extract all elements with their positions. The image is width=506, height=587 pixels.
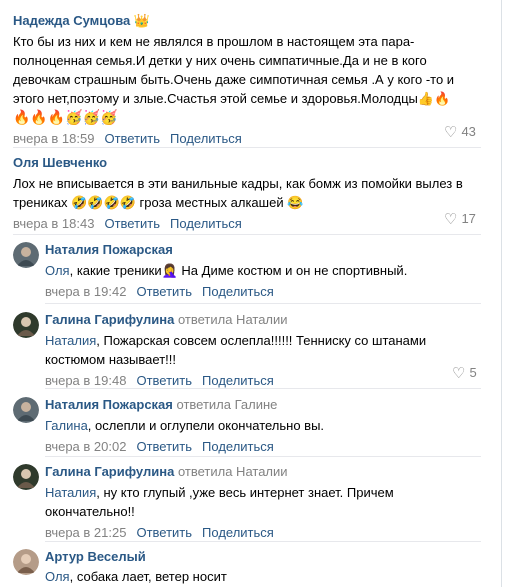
heart-icon: ♡ — [444, 124, 458, 141]
comment-2: Оля Шевченко Лох не вписывается в эти ва… — [13, 155, 483, 232]
share-button[interactable]: Поделиться — [202, 373, 274, 388]
reply-button[interactable]: Ответить — [136, 525, 192, 540]
comment-meta: вчера в 19:48 Ответить Поделиться — [45, 373, 485, 389]
share-button[interactable]: Поделиться — [202, 525, 274, 540]
heart-icon: ♡ — [452, 365, 466, 382]
timestamp[interactable]: вчера в 21:25 — [45, 525, 126, 540]
divider — [13, 234, 481, 235]
avatar[interactable] — [13, 312, 39, 338]
author-name[interactable]: Галина Гарифулина ответила Наталии — [45, 464, 485, 480]
author-name[interactable]: Оля Шевченко — [13, 155, 483, 171]
author-name[interactable]: Артур Веселый — [45, 549, 485, 565]
reply-button[interactable]: Ответить — [136, 284, 192, 299]
comment-text: Оля, какие треники🤦‍♀️ На Диме костюм и … — [45, 263, 408, 278]
avatar[interactable] — [13, 464, 39, 490]
share-button[interactable]: Поделиться — [202, 439, 274, 454]
divider — [45, 541, 481, 542]
comment-text: Галина, ослепли и оглупели окончательно … — [45, 418, 325, 433]
share-button[interactable]: Поделиться — [170, 131, 242, 146]
comment-text: Наталия, Пожарская совсем ослепла!!!!!! … — [45, 333, 427, 367]
mention-link[interactable]: Наталия — [45, 485, 96, 500]
comment-meta: вчера в 18:59 Ответить Поделиться — [13, 131, 483, 147]
reply-2: Галина Гарифулина ответила Наталии Натал… — [45, 312, 485, 389]
timestamp[interactable]: вчера в 19:48 — [45, 373, 126, 388]
like-button[interactable]: ♡ 43 — [444, 123, 476, 141]
reply-to-label[interactable]: ответила Наталии — [178, 464, 288, 479]
reply-button[interactable]: Ответить — [104, 216, 160, 231]
reply-button[interactable]: Ответить — [104, 131, 160, 146]
reply-button[interactable]: Ответить — [136, 439, 192, 454]
timestamp[interactable]: вчера в 19:42 — [45, 284, 126, 299]
comment-1: Надежда Сумцова 👑 Кто бы из них и кем не… — [13, 13, 483, 147]
reply-1: Наталия Пожарская Оля, какие треники🤦‍♀️… — [45, 242, 485, 300]
share-button[interactable]: Поделиться — [202, 284, 274, 299]
scrollbar-track — [501, 0, 502, 587]
timestamp[interactable]: вчера в 20:02 — [45, 439, 126, 454]
like-button[interactable]: ♡ 17 — [444, 210, 476, 228]
timestamp[interactable]: вчера в 18:59 — [13, 131, 94, 146]
crown-icon: 👑 — [133, 13, 151, 28]
comment-text: Лох не вписывается в эти ванильные кадры… — [13, 176, 463, 210]
reply-4: Галина Гарифулина ответила Наталии Натал… — [45, 464, 485, 541]
author-name[interactable]: Наталия Пожарская — [45, 242, 485, 258]
reply-3: Наталия Пожарская ответила Галине Галина… — [45, 397, 485, 455]
comment-meta: вчера в 19:42 Ответить Поделиться — [45, 284, 485, 300]
author-name[interactable]: Галина Гарифулина ответила Наталии — [45, 312, 485, 328]
mention-link[interactable]: Галина — [45, 418, 88, 433]
heart-icon: ♡ — [444, 211, 458, 228]
mention-link[interactable]: Оля — [45, 263, 70, 278]
comment-text: Наталия, ну кто глупый ,уже весь интерне… — [45, 485, 394, 519]
comment-text: Оля, собака лает, ветер носит — [45, 569, 227, 584]
share-button[interactable]: Поделиться — [170, 216, 242, 231]
like-button[interactable]: ♡ 5 — [452, 364, 477, 382]
reply-to-label[interactable]: ответила Галине — [177, 397, 278, 412]
comment-meta: вчера в 18:43 Ответить Поделиться — [13, 216, 483, 232]
comment-meta: вчера в 20:02 Ответить Поделиться — [45, 439, 485, 455]
reply-5: Артур Веселый Оля, собака лает, ветер но… — [45, 549, 485, 586]
comment-meta: вчера в 21:25 Ответить Поделиться — [45, 525, 485, 541]
mention-link[interactable]: Наталия — [45, 333, 96, 348]
divider — [13, 147, 481, 148]
reply-to-label[interactable]: ответила Наталии — [178, 312, 288, 327]
divider — [45, 303, 481, 304]
timestamp[interactable]: вчера в 18:43 — [13, 216, 94, 231]
author-name[interactable]: Наталия Пожарская ответила Галине — [45, 397, 485, 413]
avatar[interactable] — [13, 397, 39, 423]
reply-button[interactable]: Ответить — [136, 373, 192, 388]
avatar[interactable] — [13, 549, 39, 575]
divider — [45, 388, 481, 389]
avatar[interactable] — [13, 242, 39, 268]
mention-link[interactable]: Оля — [45, 569, 70, 584]
author-name[interactable]: Надежда Сумцова 👑 — [13, 13, 483, 29]
divider — [45, 456, 481, 457]
comment-text: Кто бы из них и кем не являлся в прошлом… — [13, 34, 455, 125]
